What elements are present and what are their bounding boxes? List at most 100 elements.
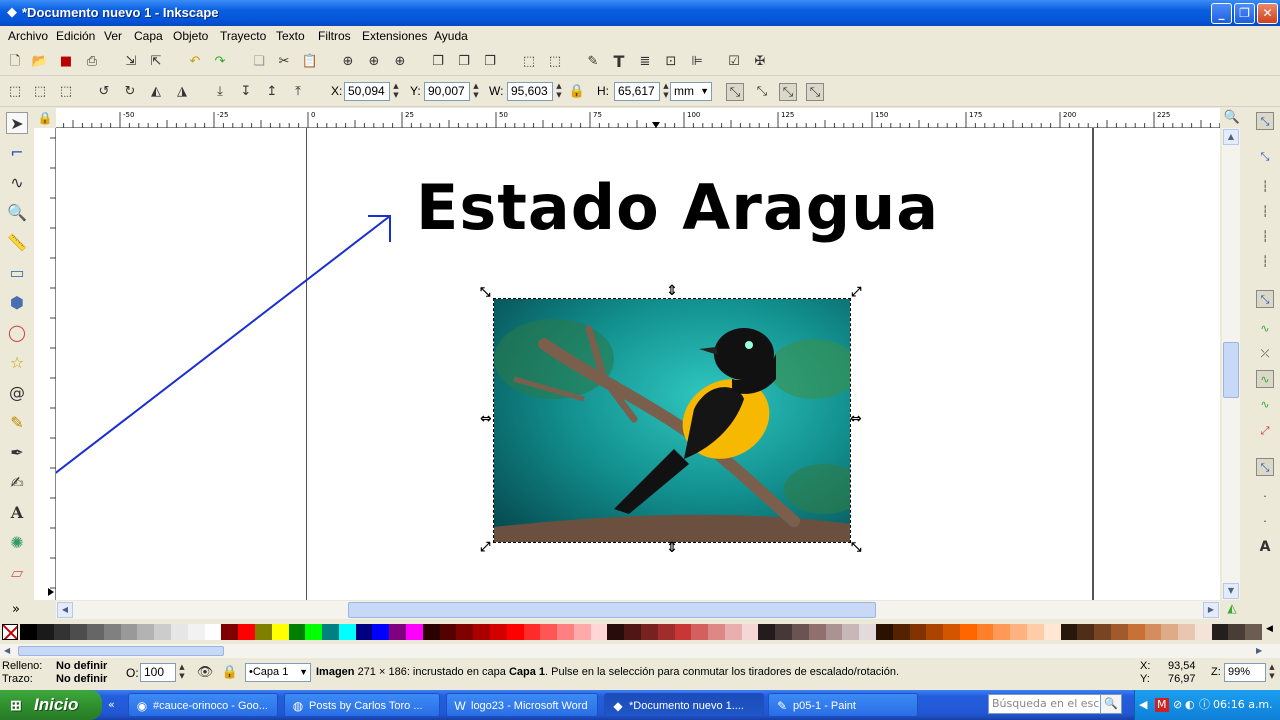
color-swatch[interactable] [1245,624,1263,640]
align-distribute-icon[interactable]: ⊫ [688,53,706,71]
color-swatch[interactable] [1194,624,1212,640]
flip-horizontal-icon[interactable]: ◭ [147,83,165,101]
bird-photo[interactable] [493,298,851,543]
color-swatch[interactable] [305,624,323,640]
color-swatch[interactable] [406,624,424,640]
menu-trayecto[interactable]: Trayecto [220,29,266,43]
zoom-corner-icon[interactable]: 🔍 [1222,108,1242,128]
color-swatch[interactable] [741,624,759,640]
rotate-cw-icon[interactable]: ↻ [121,83,139,101]
palette-scrollbar[interactable]: ◀ ▶ [0,644,1280,658]
snap-midpoint-icon[interactable]: ⤢ [1256,422,1274,440]
w-spinner[interactable]: ▲ ▼ [554,82,564,101]
palette-scroll-right-icon[interactable]: ▶ [1256,646,1262,655]
color-swatch[interactable] [573,624,591,640]
horizontal-scrollbar[interactable]: ◀ ▶ [56,601,1220,619]
lock-icon[interactable]: 🔒 [568,83,586,101]
task-firefox[interactable]: ◍ Posts by Carlos Toro ... [284,693,440,717]
color-swatch[interactable] [322,624,340,640]
color-swatch[interactable] [221,624,239,640]
fill-stroke-icon[interactable]: ✎ [584,53,602,71]
snap-bbox-corner-icon[interactable]: ┆ [1256,203,1274,221]
selector-tool-icon[interactable]: ➤ [6,112,28,134]
color-swatch[interactable] [1110,624,1128,640]
color-swatch[interactable] [154,624,172,640]
color-swatch[interactable] [506,624,524,640]
w-field[interactable]: 95,603 [507,82,553,101]
color-swatch[interactable] [1043,624,1061,640]
color-swatch[interactable] [607,624,625,640]
rotate-ccw-icon[interactable]: ↺ [95,83,113,101]
tweak-tool-icon[interactable]: ∿ [6,172,28,194]
palette-scroll-thumb[interactable] [18,646,224,656]
color-swatch[interactable] [842,624,860,640]
task-paint[interactable]: ✎ p05-1 - Paint [768,693,918,717]
snap-intersection-icon[interactable]: ⤫ [1256,345,1274,363]
color-swatch[interactable] [792,624,810,640]
expand-toolbox-icon[interactable]: » [0,600,56,620]
color-swatch[interactable] [271,624,289,640]
color-swatch[interactable] [775,624,793,640]
color-swatch[interactable] [422,624,440,640]
save-icon[interactable]: ■ [57,53,75,71]
h-field[interactable]: 65,617 [614,82,660,101]
zoom-tool-icon[interactable]: 🔍 [6,202,28,224]
color-swatch[interactable] [691,624,709,640]
snap-bbox-icon[interactable]: ⤡ [1256,148,1274,166]
y-spinner[interactable]: ▲ ▼ [471,82,481,101]
color-swatch[interactable] [439,624,457,640]
copy-icon[interactable]: ❏ [250,53,268,71]
lower-icon[interactable]: ↧ [237,83,255,101]
no-paint-swatch[interactable] [2,624,18,640]
move-gradients-icon[interactable]: ⤡ [779,83,797,101]
measure-tool-icon[interactable]: 📏 [6,232,28,254]
menu-texto[interactable]: Texto [276,29,305,43]
color-swatch[interactable] [137,624,155,640]
menu-archivo[interactable]: Archivo [8,29,48,43]
palette-scroll-left-icon[interactable]: ◀ [4,646,10,655]
scale-handle-sw-icon[interactable]: ⤢ [480,540,490,555]
color-swatch[interactable] [238,624,256,640]
color-swatch[interactable] [523,624,541,640]
scale-handle-se-icon[interactable]: ⤡ [851,540,861,555]
x-field[interactable]: 50,094 [344,82,390,101]
color-swatch[interactable] [909,624,927,640]
color-swatch[interactable] [758,624,776,640]
select-all-icon[interactable]: ⬚ [6,83,24,101]
new-document-icon[interactable]: 🗋 [6,53,24,71]
snap-nodes-icon[interactable]: ⤡ [1256,290,1274,308]
color-swatch[interactable] [892,624,910,640]
color-swatch[interactable] [943,624,961,640]
menu-ver[interactable]: Ver [104,29,122,43]
info-icon[interactable]: ⓘ [1199,690,1210,720]
menu-filtros[interactable]: Filtros [318,29,351,43]
pen-tool-icon[interactable]: ✒ [6,442,28,464]
color-swatch[interactable] [557,624,575,640]
group-icon[interactable]: ⬚ [520,53,538,71]
scale-handle-w-icon[interactable]: ⇔ [480,411,492,427]
xml-editor-icon[interactable]: ⊡ [662,53,680,71]
snap-others-icon[interactable]: ⤡ [1256,458,1274,476]
color-swatch[interactable] [1094,624,1112,640]
color-swatch[interactable] [976,624,994,640]
tray-back-icon[interactable]: ◀ [1139,690,1147,720]
snap-enable-icon[interactable]: ⤡ [1256,112,1274,130]
scroll-left-icon[interactable]: ◀ [57,602,73,618]
color-swatch[interactable] [1228,624,1246,640]
color-swatch[interactable] [1161,624,1179,640]
color-swatch[interactable] [53,624,71,640]
flip-vertical-icon[interactable]: ◮ [173,83,191,101]
task-chrome[interactable]: ◉ #cauce-orinoco - Goo... [128,693,278,717]
text-tool-icon[interactable]: A [6,502,28,524]
color-swatch[interactable] [288,624,306,640]
scale-handle-e-icon[interactable]: ⇔ [850,411,862,427]
zoom-selection-icon[interactable]: ⊕ [339,53,357,71]
fill-value[interactable]: No definir [56,660,107,672]
color-swatch[interactable] [204,624,222,640]
clock[interactable]: 06:16 a.m. [1213,690,1273,720]
color-swatch[interactable] [808,624,826,640]
title-bar[interactable]: ◆ *Documento nuevo 1 - Inkscape _ ❐ ✕ [0,0,1280,26]
snap-center-icon[interactable]: · [1256,488,1274,506]
vertical-ruler[interactable] [34,128,56,600]
color-swatch[interactable] [959,624,977,640]
